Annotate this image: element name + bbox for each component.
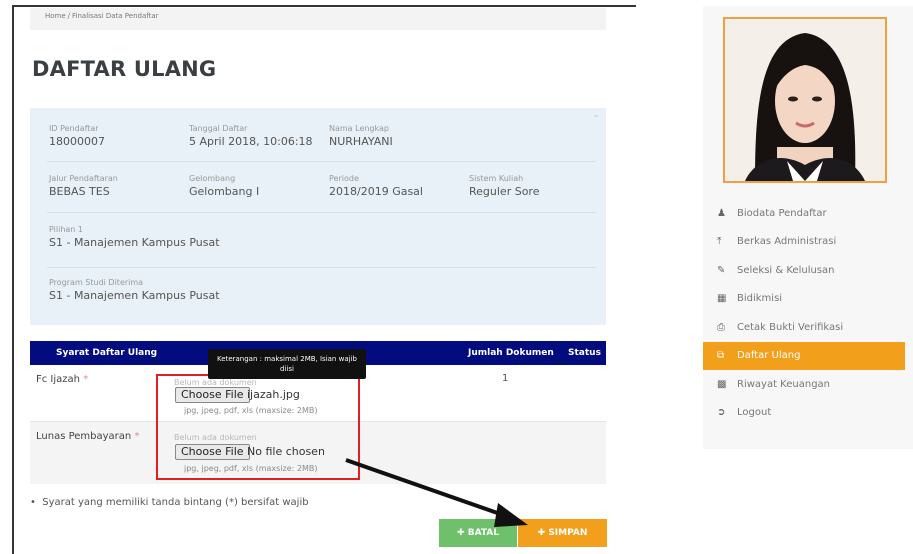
field-sistem-kuliah: Sistem Kuliah Reguler Sore (469, 174, 540, 198)
edit-icon: ✎ (717, 264, 726, 276)
divider (47, 212, 596, 213)
document-placeholder: Belum ada dokumen (174, 378, 257, 387)
document-count: 1 (502, 373, 509, 384)
field-id-pendaftar: ID Pendaftar 18000007 (49, 124, 105, 148)
field-nama-lengkap: Nama Lengkap NURHAYANI (329, 124, 393, 148)
sidebar-item-seleksi-kelulusan[interactable]: ✎ Seleksi & Kelulusan (703, 256, 905, 285)
page-title: DAFTAR ULANG (32, 57, 217, 81)
copy-icon: ⧉ (717, 350, 725, 362)
arrow-right-icon: ✚ (537, 528, 546, 538)
sidebar-item-cetak-bukti-verifikasi[interactable]: ⎙ Cetak Bukti Verifikasi (703, 313, 905, 342)
print-icon: ⎙ (717, 321, 725, 333)
column-header: Syarat Daftar Ulang (56, 348, 158, 358)
file-hint: jpg, jpeg, pdf, xls (maxsize: 2MB) (184, 406, 318, 415)
cancel-button[interactable]: ✚ BATAL (439, 519, 517, 547)
divider (47, 267, 596, 268)
choose-file-button-pembayaran[interactable]: Choose File (175, 444, 250, 460)
field-tanggal-daftar: Tanggal Daftar 5 April 2018, 10:06:18 (189, 124, 313, 148)
sidebar-menu: ♟ Biodata Pendaftar ⤒ Berkas Administras… (703, 199, 905, 427)
sidebar-item-daftar-ulang[interactable]: ⧉ Daftar Ulang (703, 341, 905, 370)
file-hint: jpg, jpeg, pdf, xls (maxsize: 2MB) (184, 464, 318, 473)
required-note: • Syarat yang memiliki tanda bintang (*)… (30, 497, 309, 508)
field-prodi-diterima: Program Studi Diterima S1 - Manajemen Ka… (49, 278, 220, 302)
breadcrumb: Home / Finalisasi Data Pendaftar (30, 8, 606, 30)
field-periode: Periode 2018/2019 Gasal (329, 174, 423, 198)
column-header: Status (568, 348, 601, 358)
upload-icon: ⤒ (717, 236, 722, 248)
applicant-info-panel: ⌄ ID Pendaftar 18000007 Tanggal Daftar 5… (30, 108, 606, 325)
field-pilihan-1: Pilihan 1 S1 - Manajemen Kampus Pusat (49, 225, 220, 249)
sidebar-item-riwayat-keuangan[interactable]: ▩ Riwayat Keuangan (703, 370, 905, 399)
sidebar-item-logout[interactable]: ➲ Logout (703, 399, 905, 428)
document-placeholder: Belum ada dokumen (174, 433, 257, 442)
choose-file-button-ijazah[interactable]: Choose File (175, 387, 250, 403)
save-button[interactable]: ✚ SIMPAN (518, 519, 607, 547)
file-name-ijazah: ijazah.jpg (247, 388, 300, 401)
column-header: Jumlah Dokumen (468, 348, 554, 358)
field-gelombang: Gelombang Gelombang I (189, 174, 260, 198)
sidebar-item-berkas-administrasi[interactable]: ⤒ Berkas Administrasi (703, 228, 905, 257)
field-jalur-pendaftaran: Jalur Pendaftaran BEBAS TES (49, 174, 118, 198)
profile-photo (723, 17, 887, 183)
user-icon: ♟ (717, 207, 726, 219)
logout-icon: ➲ (717, 407, 726, 419)
money-icon: ▩ (717, 378, 727, 390)
chevron-down-icon[interactable]: ⌄ (592, 110, 600, 120)
tooltip: Keterangan : maksimal 2MB, Isian wajib d… (208, 349, 366, 379)
divider (47, 161, 596, 162)
sidebar-item-bidikmisi[interactable]: ▦ Bidikmisi (703, 285, 905, 314)
breadcrumb-home[interactable]: Home (45, 12, 66, 20)
breadcrumb-current: Finalisasi Data Pendaftar (72, 12, 159, 20)
bank-icon: ▦ (717, 293, 727, 305)
file-name-pembayaran: No file chosen (247, 445, 325, 458)
row-label-fc-ijazah: Fc Ijazah * (36, 374, 89, 385)
sidebar-item-biodata-pendaftar[interactable]: ♟ Biodata Pendaftar (703, 199, 905, 228)
arrow-left-icon: ✚ (457, 528, 465, 538)
row-label-lunas-pembayaran: Lunas Pembayaran * (36, 431, 140, 442)
